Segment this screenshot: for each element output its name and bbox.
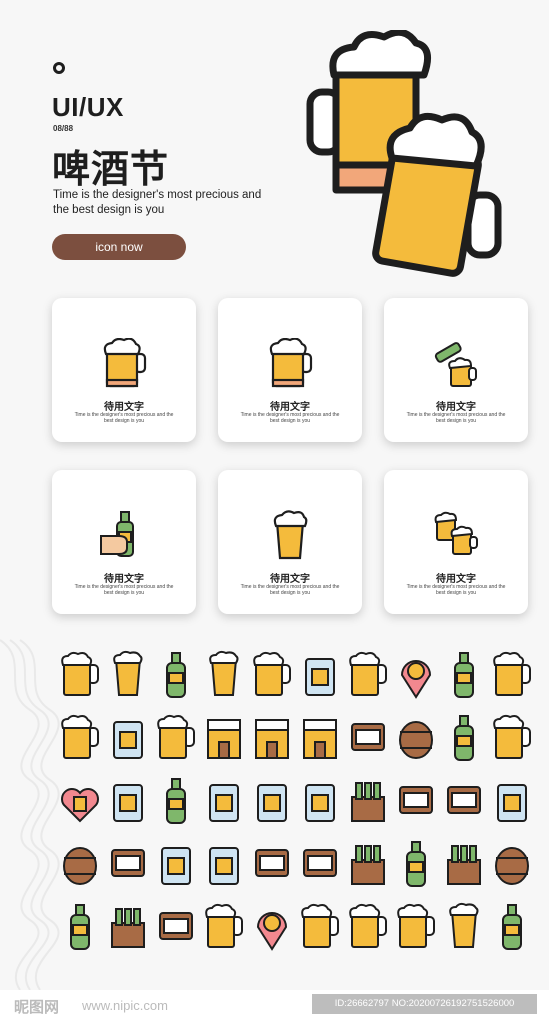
card-text: Time is the designer's most precious and… — [74, 412, 174, 424]
wheat-bottle-icon[interactable] — [490, 902, 538, 958]
bottle-crate-icon[interactable] — [346, 839, 394, 895]
location-pin-icon[interactable] — [250, 902, 298, 958]
page-title: 啤酒节 — [52, 149, 170, 191]
pub-board-icon[interactable] — [154, 902, 202, 958]
card-text: Time is the designer's most precious and… — [74, 584, 174, 596]
hand-bottle-icon — [100, 511, 134, 557]
card-title: 待用文字 — [436, 402, 476, 413]
grain-sack-icon[interactable] — [202, 839, 250, 895]
card-title: 待用文字 — [270, 402, 310, 413]
card-text: Time is the designer's most precious and… — [240, 584, 340, 596]
card-title: 待用文字 — [436, 574, 476, 585]
pub-badge-icon[interactable] — [106, 839, 154, 895]
feature-card[interactable]: 待用文字 Time is the designer's most preciou… — [384, 298, 528, 442]
beer-mug-icon — [103, 338, 147, 388]
bottle-glass-icon[interactable] — [394, 839, 442, 895]
barrel-icon[interactable] — [394, 713, 442, 769]
pub-building-icon[interactable] — [346, 713, 394, 769]
card-title: 待用文字 — [104, 402, 144, 413]
heart-beer-icon[interactable] — [58, 776, 106, 832]
card-text: Time is the designer's most precious and… — [240, 412, 340, 424]
beer-stand-icon[interactable] — [106, 902, 154, 958]
cheers-icon[interactable] — [490, 650, 538, 706]
beer-taps-icon[interactable] — [58, 713, 106, 769]
bottle-box-icon[interactable] — [442, 839, 490, 895]
beer-tap-icon[interactable] — [250, 650, 298, 706]
award-badge-icon[interactable] — [394, 776, 442, 832]
menu-card-icon[interactable] — [106, 713, 154, 769]
many-mugs-icon[interactable] — [202, 902, 250, 958]
bar-counter-icon[interactable] — [250, 713, 298, 769]
pub-hanging-sign-icon[interactable] — [298, 839, 346, 895]
pub-sign-icon[interactable] — [442, 776, 490, 832]
pub-round-sign-icon[interactable] — [250, 839, 298, 895]
drink-menu-icon[interactable] — [250, 776, 298, 832]
goblet-icon[interactable] — [202, 650, 250, 706]
card-text: Time is the designer's most precious and… — [406, 584, 506, 596]
card-text: Time is the designer's most precious and… — [406, 412, 506, 424]
pint-glass-icon[interactable] — [394, 650, 442, 706]
icon-now-button[interactable]: icon now — [52, 234, 186, 260]
cheers-icon — [434, 511, 478, 555]
hand-bottle-icon[interactable] — [442, 650, 490, 706]
tall-glass-icon[interactable] — [106, 650, 154, 706]
table-beers-icon[interactable] — [154, 713, 202, 769]
feature-card[interactable]: 待用文字 Time is the designer's most preciou… — [52, 298, 196, 442]
page-subtitle: Time is the designer's most precious and… — [53, 189, 262, 216]
footer-logo: 昵图网 — [14, 999, 60, 1016]
card-title: 待用文字 — [270, 574, 310, 585]
brand-title: UI/UX — [52, 92, 124, 122]
barrels-icon[interactable] — [58, 839, 106, 895]
bottle-basket-icon[interactable] — [346, 776, 394, 832]
beer-mug-icon — [269, 338, 313, 388]
footer-id: ID:26662797 NO:20200726192751526000 — [312, 994, 537, 1014]
party-music-icon[interactable] — [298, 776, 346, 832]
ice-bucket-icon[interactable] — [298, 650, 346, 706]
hand-pour-icon[interactable] — [490, 776, 538, 832]
feature-card[interactable]: 待用文字 Time is the designer's most preciou… — [218, 470, 362, 614]
feature-card[interactable]: 待用文字 Time is the designer's most preciou… — [384, 470, 528, 614]
glasses-icon[interactable] — [442, 902, 490, 958]
card-title: 待用文字 — [104, 574, 144, 585]
conveyor-icon[interactable] — [202, 776, 250, 832]
beer-mug-icon[interactable] — [346, 650, 394, 706]
pour-bottle-icon[interactable] — [154, 776, 202, 832]
barrel-cart-icon[interactable] — [490, 839, 538, 895]
feature-card[interactable]: 待用文字 Time is the designer's most preciou… — [52, 470, 196, 614]
bottle-pour-icon — [434, 342, 477, 387]
tap-icon[interactable] — [346, 902, 394, 958]
toast-icon[interactable] — [490, 713, 538, 769]
beer-mug-icon[interactable] — [58, 650, 106, 706]
page-count: 08/88 — [53, 124, 74, 133]
brewery-icon[interactable] — [202, 713, 250, 769]
can-bottle-icon[interactable] — [442, 713, 490, 769]
calendar-icon[interactable] — [106, 776, 154, 832]
people-beer-icon[interactable] — [394, 902, 442, 958]
hops-icon[interactable] — [154, 839, 202, 895]
hero-cheers-icon — [306, 30, 502, 277]
sausage-beer-icon[interactable] — [298, 902, 346, 958]
footer-url[interactable]: www.nipic.com — [82, 998, 168, 1013]
feature-card[interactable]: 待用文字 Time is the designer's most preciou… — [218, 298, 362, 442]
circle-logo-icon — [53, 62, 65, 74]
bottle-burger-icon[interactable] — [58, 902, 106, 958]
bottle-icon[interactable] — [154, 650, 202, 706]
beer-glass-icon — [273, 510, 308, 560]
fridge-icon[interactable] — [298, 713, 346, 769]
